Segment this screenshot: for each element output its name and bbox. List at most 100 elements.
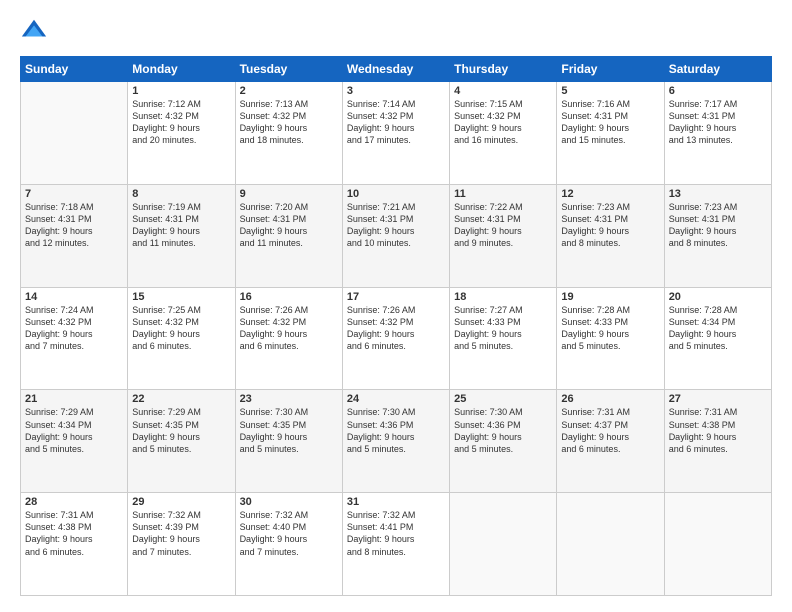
day-number: 31 <box>347 496 445 508</box>
calendar-day-cell: 10Sunrise: 7:21 AM Sunset: 4:31 PM Dayli… <box>342 184 449 287</box>
day-number: 20 <box>669 291 767 303</box>
day-number: 23 <box>240 393 338 405</box>
calendar-day-cell: 2Sunrise: 7:13 AM Sunset: 4:32 PM Daylig… <box>235 82 342 185</box>
day-info: Sunrise: 7:24 AM Sunset: 4:32 PM Dayligh… <box>25 304 123 353</box>
calendar-day-cell: 8Sunrise: 7:19 AM Sunset: 4:31 PM Daylig… <box>128 184 235 287</box>
calendar-day-cell: 6Sunrise: 7:17 AM Sunset: 4:31 PM Daylig… <box>664 82 771 185</box>
calendar-day-cell: 30Sunrise: 7:32 AM Sunset: 4:40 PM Dayli… <box>235 493 342 596</box>
day-number: 25 <box>454 393 552 405</box>
day-info: Sunrise: 7:14 AM Sunset: 4:32 PM Dayligh… <box>347 98 445 147</box>
calendar-day-cell: 26Sunrise: 7:31 AM Sunset: 4:37 PM Dayli… <box>557 390 664 493</box>
day-info: Sunrise: 7:28 AM Sunset: 4:34 PM Dayligh… <box>669 304 767 353</box>
day-number: 7 <box>25 188 123 200</box>
calendar-day-cell: 27Sunrise: 7:31 AM Sunset: 4:38 PM Dayli… <box>664 390 771 493</box>
day-info: Sunrise: 7:32 AM Sunset: 4:41 PM Dayligh… <box>347 509 445 558</box>
calendar-day-cell <box>450 493 557 596</box>
calendar-week-row: 7Sunrise: 7:18 AM Sunset: 4:31 PM Daylig… <box>21 184 772 287</box>
day-number: 27 <box>669 393 767 405</box>
day-info: Sunrise: 7:32 AM Sunset: 4:39 PM Dayligh… <box>132 509 230 558</box>
day-info: Sunrise: 7:16 AM Sunset: 4:31 PM Dayligh… <box>561 98 659 147</box>
day-number: 17 <box>347 291 445 303</box>
calendar-day-cell: 17Sunrise: 7:26 AM Sunset: 4:32 PM Dayli… <box>342 287 449 390</box>
calendar-day-cell: 15Sunrise: 7:25 AM Sunset: 4:32 PM Dayli… <box>128 287 235 390</box>
day-number: 29 <box>132 496 230 508</box>
day-info: Sunrise: 7:20 AM Sunset: 4:31 PM Dayligh… <box>240 201 338 250</box>
day-number: 11 <box>454 188 552 200</box>
day-number: 22 <box>132 393 230 405</box>
calendar-week-row: 21Sunrise: 7:29 AM Sunset: 4:34 PM Dayli… <box>21 390 772 493</box>
day-number: 8 <box>132 188 230 200</box>
calendar-week-row: 28Sunrise: 7:31 AM Sunset: 4:38 PM Dayli… <box>21 493 772 596</box>
calendar-day-header: Saturday <box>664 57 771 82</box>
day-info: Sunrise: 7:21 AM Sunset: 4:31 PM Dayligh… <box>347 201 445 250</box>
day-number: 24 <box>347 393 445 405</box>
calendar-week-row: 1Sunrise: 7:12 AM Sunset: 4:32 PM Daylig… <box>21 82 772 185</box>
day-info: Sunrise: 7:26 AM Sunset: 4:32 PM Dayligh… <box>240 304 338 353</box>
calendar-day-cell: 7Sunrise: 7:18 AM Sunset: 4:31 PM Daylig… <box>21 184 128 287</box>
day-number: 6 <box>669 85 767 97</box>
calendar-day-cell: 9Sunrise: 7:20 AM Sunset: 4:31 PM Daylig… <box>235 184 342 287</box>
calendar-day-cell: 1Sunrise: 7:12 AM Sunset: 4:32 PM Daylig… <box>128 82 235 185</box>
day-number: 26 <box>561 393 659 405</box>
day-info: Sunrise: 7:31 AM Sunset: 4:38 PM Dayligh… <box>25 509 123 558</box>
day-info: Sunrise: 7:23 AM Sunset: 4:31 PM Dayligh… <box>669 201 767 250</box>
day-number: 13 <box>669 188 767 200</box>
calendar-day-cell: 4Sunrise: 7:15 AM Sunset: 4:32 PM Daylig… <box>450 82 557 185</box>
day-number: 30 <box>240 496 338 508</box>
day-info: Sunrise: 7:23 AM Sunset: 4:31 PM Dayligh… <box>561 201 659 250</box>
header <box>20 16 772 44</box>
calendar-day-cell: 23Sunrise: 7:30 AM Sunset: 4:35 PM Dayli… <box>235 390 342 493</box>
day-info: Sunrise: 7:12 AM Sunset: 4:32 PM Dayligh… <box>132 98 230 147</box>
day-info: Sunrise: 7:28 AM Sunset: 4:33 PM Dayligh… <box>561 304 659 353</box>
day-number: 1 <box>132 85 230 97</box>
day-info: Sunrise: 7:17 AM Sunset: 4:31 PM Dayligh… <box>669 98 767 147</box>
calendar-day-cell: 16Sunrise: 7:26 AM Sunset: 4:32 PM Dayli… <box>235 287 342 390</box>
calendar-week-row: 14Sunrise: 7:24 AM Sunset: 4:32 PM Dayli… <box>21 287 772 390</box>
day-number: 21 <box>25 393 123 405</box>
day-number: 2 <box>240 85 338 97</box>
day-info: Sunrise: 7:22 AM Sunset: 4:31 PM Dayligh… <box>454 201 552 250</box>
day-number: 4 <box>454 85 552 97</box>
day-info: Sunrise: 7:19 AM Sunset: 4:31 PM Dayligh… <box>132 201 230 250</box>
calendar-day-cell: 25Sunrise: 7:30 AM Sunset: 4:36 PM Dayli… <box>450 390 557 493</box>
calendar-day-cell: 24Sunrise: 7:30 AM Sunset: 4:36 PM Dayli… <box>342 390 449 493</box>
calendar-header-row: SundayMondayTuesdayWednesdayThursdayFrid… <box>21 57 772 82</box>
calendar-day-cell: 3Sunrise: 7:14 AM Sunset: 4:32 PM Daylig… <box>342 82 449 185</box>
day-info: Sunrise: 7:31 AM Sunset: 4:37 PM Dayligh… <box>561 406 659 455</box>
calendar-day-cell: 12Sunrise: 7:23 AM Sunset: 4:31 PM Dayli… <box>557 184 664 287</box>
day-number: 12 <box>561 188 659 200</box>
day-number: 14 <box>25 291 123 303</box>
calendar-day-cell: 22Sunrise: 7:29 AM Sunset: 4:35 PM Dayli… <box>128 390 235 493</box>
day-number: 9 <box>240 188 338 200</box>
calendar-day-header: Tuesday <box>235 57 342 82</box>
day-info: Sunrise: 7:18 AM Sunset: 4:31 PM Dayligh… <box>25 201 123 250</box>
day-info: Sunrise: 7:26 AM Sunset: 4:32 PM Dayligh… <box>347 304 445 353</box>
day-info: Sunrise: 7:25 AM Sunset: 4:32 PM Dayligh… <box>132 304 230 353</box>
calendar-day-header: Friday <box>557 57 664 82</box>
calendar-day-cell: 31Sunrise: 7:32 AM Sunset: 4:41 PM Dayli… <box>342 493 449 596</box>
calendar-day-cell: 21Sunrise: 7:29 AM Sunset: 4:34 PM Dayli… <box>21 390 128 493</box>
calendar-day-header: Thursday <box>450 57 557 82</box>
day-info: Sunrise: 7:32 AM Sunset: 4:40 PM Dayligh… <box>240 509 338 558</box>
day-info: Sunrise: 7:30 AM Sunset: 4:35 PM Dayligh… <box>240 406 338 455</box>
day-info: Sunrise: 7:13 AM Sunset: 4:32 PM Dayligh… <box>240 98 338 147</box>
calendar-day-cell: 11Sunrise: 7:22 AM Sunset: 4:31 PM Dayli… <box>450 184 557 287</box>
day-info: Sunrise: 7:30 AM Sunset: 4:36 PM Dayligh… <box>347 406 445 455</box>
day-number: 10 <box>347 188 445 200</box>
logo <box>20 16 52 44</box>
calendar-day-cell <box>557 493 664 596</box>
day-number: 19 <box>561 291 659 303</box>
day-info: Sunrise: 7:27 AM Sunset: 4:33 PM Dayligh… <box>454 304 552 353</box>
calendar-day-cell: 13Sunrise: 7:23 AM Sunset: 4:31 PM Dayli… <box>664 184 771 287</box>
calendar-day-header: Sunday <box>21 57 128 82</box>
day-info: Sunrise: 7:29 AM Sunset: 4:34 PM Dayligh… <box>25 406 123 455</box>
calendar-day-cell: 14Sunrise: 7:24 AM Sunset: 4:32 PM Dayli… <box>21 287 128 390</box>
calendar-day-header: Monday <box>128 57 235 82</box>
logo-icon <box>20 16 48 44</box>
calendar-day-cell: 5Sunrise: 7:16 AM Sunset: 4:31 PM Daylig… <box>557 82 664 185</box>
calendar-day-header: Wednesday <box>342 57 449 82</box>
day-number: 5 <box>561 85 659 97</box>
day-number: 15 <box>132 291 230 303</box>
day-info: Sunrise: 7:15 AM Sunset: 4:32 PM Dayligh… <box>454 98 552 147</box>
calendar-day-cell: 18Sunrise: 7:27 AM Sunset: 4:33 PM Dayli… <box>450 287 557 390</box>
